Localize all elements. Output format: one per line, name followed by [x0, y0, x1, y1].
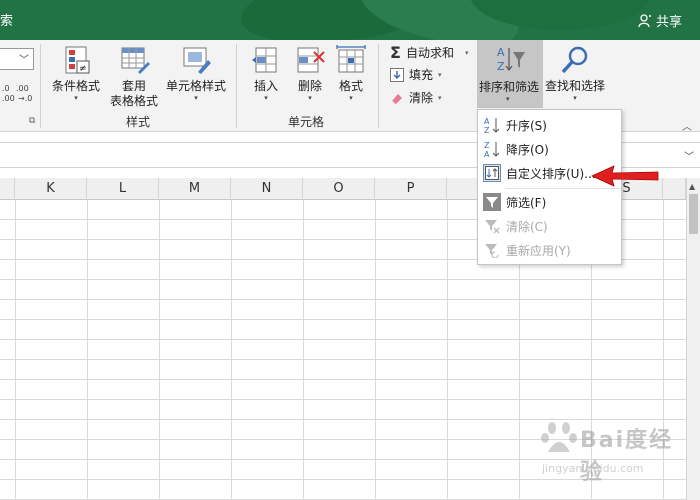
- custom-sort-icon: [485, 166, 499, 180]
- menu-item-clear-filter[interactable]: 清除(C): [478, 214, 621, 238]
- fill-down-icon: [390, 67, 404, 82]
- column-header-partial-right: [663, 178, 686, 200]
- baidu-watermark: Bai度经验 jingyan.baidu.com: [540, 418, 685, 488]
- share-label: 共享: [655, 15, 682, 30]
- column-header-p[interactable]: P: [375, 178, 447, 200]
- clear-button[interactable]: 清除 ▾: [390, 89, 442, 106]
- menu-item-filter[interactable]: 筛选(F): [478, 190, 621, 214]
- clear-filter-icon: [485, 220, 500, 234]
- svg-text:Z: Z: [484, 141, 490, 150]
- number-format-dropdown[interactable]: ﹀: [0, 48, 34, 70]
- styles-group-label: 样式: [126, 115, 151, 129]
- column-header-partial: [0, 178, 15, 200]
- column-header-k[interactable]: K: [15, 178, 87, 200]
- table-format-icon: [121, 47, 150, 74]
- increase-decimal-button[interactable]: .0: [2, 84, 10, 93]
- menu-item-sort-ascending[interactable]: AZ 升序(S): [478, 113, 621, 137]
- scroll-thumb[interactable]: [689, 194, 698, 234]
- svg-text:A: A: [484, 150, 490, 158]
- title-bar: 索 共享: [0, 0, 700, 40]
- format-as-table-button[interactable]: 套用 表格格式: [104, 44, 164, 109]
- conditional-format-icon: ≠: [65, 46, 90, 74]
- svg-text:Z: Z: [484, 126, 490, 134]
- sort-filter-button[interactable]: A Z 排序和筛选 ▾: [477, 40, 543, 108]
- column-header-n[interactable]: N: [231, 178, 303, 200]
- eraser-icon: [392, 93, 402, 104]
- svg-text:Z: Z: [497, 60, 505, 73]
- svg-text:A: A: [497, 46, 505, 59]
- conditional-format-button[interactable]: ≠ 条件格式 ▾: [48, 44, 104, 103]
- column-header-l[interactable]: L: [87, 178, 159, 200]
- fill-button[interactable]: 填充 ▾: [390, 66, 442, 83]
- sort-ascending-icon: AZ: [484, 117, 500, 134]
- delete-button[interactable]: 删除 ▾: [290, 44, 330, 103]
- column-header-o[interactable]: O: [303, 178, 375, 200]
- sort-descending-icon: ZA: [484, 141, 500, 158]
- dialog-launcher-icon[interactable]: ⧉: [29, 116, 35, 126]
- paw-logo-icon: [541, 422, 577, 452]
- decrease-decimal-button[interactable]: .00: [16, 84, 29, 93]
- insert-button[interactable]: 插入 ▾: [246, 44, 286, 103]
- sigma-icon: Σ: [390, 43, 401, 62]
- collapse-ribbon-icon[interactable]: ︿: [682, 118, 692, 133]
- format-button[interactable]: 格式 ▾: [334, 44, 368, 103]
- insert-cells-icon: [252, 47, 277, 73]
- menu-item-sort-descending[interactable]: ZA 降序(O): [478, 137, 621, 161]
- filter-icon: [486, 197, 498, 208]
- format-cells-icon: [336, 45, 366, 73]
- chevron-down-icon: ﹀: [19, 55, 29, 66]
- cell-styles-icon: [183, 47, 211, 74]
- magnifier-icon: [561, 46, 588, 74]
- red-annotation-arrow: [591, 165, 659, 187]
- window-title: 索: [0, 14, 14, 29]
- expand-formula-icon[interactable]: ﹀: [684, 148, 694, 163]
- reapply-icon: [485, 244, 499, 258]
- column-header-m[interactable]: M: [159, 178, 231, 200]
- vertical-scrollbar[interactable]: ▲: [686, 178, 700, 500]
- person-icon: [638, 13, 651, 27]
- cell-styles-button[interactable]: 单元格样式 ▾: [164, 44, 228, 103]
- delete-cells-icon: [297, 47, 325, 73]
- sort-filter-label: 排序和筛选: [479, 80, 540, 94]
- menu-item-reapply[interactable]: 重新应用(Y): [478, 238, 621, 262]
- cells-group-label: 单元格: [288, 115, 325, 129]
- sort-filter-icon: A Z: [497, 46, 525, 73]
- find-select-button[interactable]: 查找和选择 ▾: [543, 44, 607, 103]
- share-button[interactable]: 共享: [638, 11, 682, 30]
- svg-text:≠: ≠: [79, 64, 87, 74]
- svg-text:A: A: [484, 117, 490, 126]
- autosum-button[interactable]: Σ 自动求和 ▾: [390, 43, 468, 62]
- scroll-up-icon[interactable]: ▲: [689, 182, 695, 191]
